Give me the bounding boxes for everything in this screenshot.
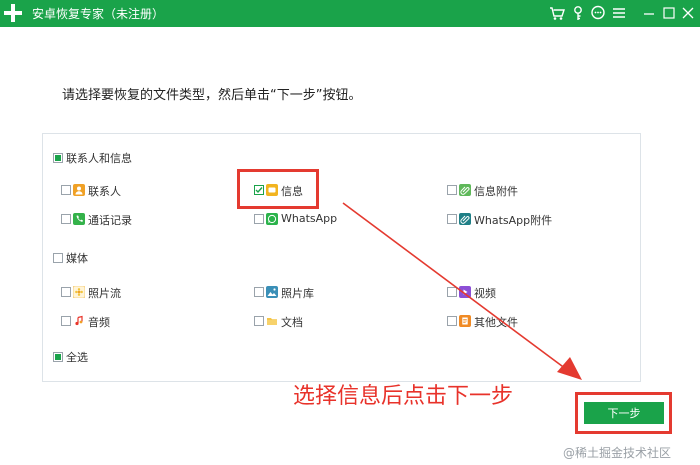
phone-icon [73,213,85,225]
flower-icon [73,286,85,298]
contacts-label: 联系人 [88,185,121,198]
audio-label: 音频 [88,316,110,329]
media-checkbox[interactable] [53,253,63,263]
whatsapp-label: WhatsApp [281,212,338,225]
music-note-icon [73,315,85,327]
whatsapp-checkbox[interactable] [254,214,264,224]
camera-roll-checkbox[interactable] [61,287,71,297]
window-title: 安卓恢复专家（未注册） [32,7,165,21]
close-icon[interactable] [680,5,696,21]
message-attachments-label: 信息附件 [474,185,518,198]
picture-icon [266,286,278,298]
photo-library-checkbox[interactable] [254,287,264,297]
next-step-button[interactable]: 下一步 [584,402,664,424]
watermark: @稀土掘金技术社区 [563,446,672,460]
camera-roll-label: 照片流 [88,287,121,300]
menu-icon[interactable] [611,5,627,21]
file-type-panel [42,133,641,382]
photo-library-label: 照片库 [281,287,314,300]
whatsapp-attachments-checkbox[interactable] [447,214,457,224]
call-log-label: 通话记录 [88,214,132,227]
audio-checkbox[interactable] [61,316,71,326]
instruction-text: 请选择要恢复的文件类型，然后单击“下一步”按钮。 [62,88,362,103]
maximize-icon[interactable] [661,5,677,21]
key-icon[interactable] [570,5,586,21]
minimize-icon[interactable] [641,5,657,21]
whatsapp-attachments-label: WhatsApp附件 [474,214,553,227]
documents-label: 文档 [281,316,303,329]
folder-icon [266,315,278,327]
message-attachments-checkbox[interactable] [447,185,457,195]
call-log-checkbox[interactable] [61,214,71,224]
select-all-label: 全选 [66,351,88,364]
attachment-icon [459,184,471,196]
documents-checkbox[interactable] [254,316,264,326]
file-icon [459,315,471,327]
annotation-text: 选择信息后点击下一步 [293,384,514,409]
cart-icon[interactable] [549,5,565,21]
contacts-messages-label: 联系人和信息 [66,152,132,165]
video-icon [459,286,471,298]
contacts-messages-checkbox[interactable] [53,153,63,163]
highlight-box-messages [237,169,319,209]
whatsapp-icon [266,213,278,225]
select-all-checkbox[interactable] [53,352,63,362]
whatsapp-attachment-icon [459,213,471,225]
other-files-checkbox[interactable] [447,316,457,326]
chat-icon[interactable] [590,5,606,21]
title-bar: 安卓恢复专家（未注册） [0,0,700,27]
contacts-checkbox[interactable] [61,185,71,195]
video-checkbox[interactable] [447,287,457,297]
video-label: 视频 [474,287,496,300]
other-files-label: 其他文件 [474,316,518,329]
plus-logo-icon [4,4,22,22]
media-label: 媒体 [66,252,88,265]
contacts-icon [73,184,85,196]
